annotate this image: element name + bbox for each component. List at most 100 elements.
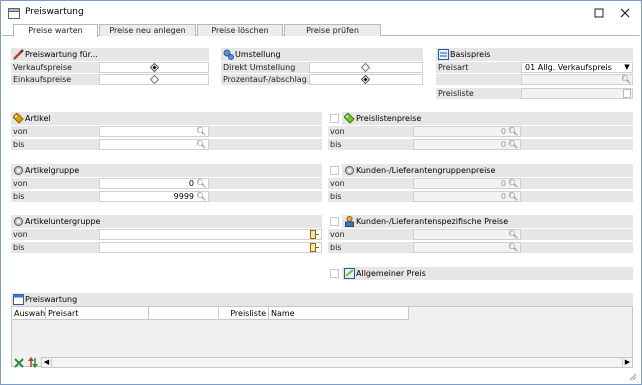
chevron-down-icon[interactable]: ▼	[623, 64, 631, 71]
preislisten-bis-label: bis	[328, 139, 413, 150]
section-title: Kunden-/Lieferantengruppenpreise	[356, 166, 496, 175]
column-header-blank[interactable]	[149, 307, 219, 320]
preisart-secondary-field: 🔍︎	[521, 74, 633, 85]
artikel-von-tail	[209, 126, 322, 137]
direkt-umstellung-radio-cell[interactable]	[309, 62, 423, 73]
swap-icon[interactable]	[27, 357, 39, 368]
search-icon: 🔍︎	[508, 140, 519, 149]
artikelgruppe-von-input[interactable]: 0 🔍︎	[99, 178, 209, 189]
tab-preise-loeschen[interactable]: Preise löschen	[197, 24, 283, 36]
preislisten-von-label: von	[328, 126, 413, 137]
section-umstellung: Umstellung	[221, 48, 423, 61]
column-header-preisliste[interactable]: Preisliste	[219, 307, 269, 320]
artikeluntergruppe-bis-label: bis	[11, 242, 99, 253]
maximize-icon[interactable]	[594, 8, 604, 18]
tab-preise-neu-anlegen[interactable]: Preise neu anlegen	[99, 24, 196, 36]
kundengruppen-bis-input: 0 🔍︎	[413, 191, 521, 202]
search-icon[interactable]: 🔍︎	[196, 127, 206, 136]
kundengruppen-bis-value: 0	[500, 192, 506, 201]
einkaufspreise-radio-cell[interactable]	[99, 74, 209, 85]
preisart-blank-label	[436, 74, 521, 85]
kundenspezifische-von-tail	[521, 229, 633, 240]
artikel-bis-label: bis	[11, 139, 99, 150]
search-icon: 🔍︎	[508, 179, 519, 188]
scroll-left-icon[interactable]: ◀	[42, 358, 52, 367]
preisart-select[interactable]: 01 Allg. Verkaufspreis ▼	[521, 62, 633, 73]
section-title: Allgemeiner Preis	[356, 269, 426, 278]
einkaufspreise-label: Einkaufspreise	[11, 74, 99, 85]
resize-grip-icon[interactable]	[629, 373, 637, 381]
verkaufspreise-radio[interactable]	[150, 63, 159, 72]
section-allgemeiner-preis: Allgemeiner Preis	[342, 267, 633, 280]
kundengruppen-von-label: von	[328, 178, 413, 189]
tab-bar: Preise warten Preise neu anlegen Preise …	[2, 24, 640, 37]
section-title: Preislistenpreise	[356, 114, 422, 123]
kundengruppen-bis-label: bis	[328, 191, 413, 202]
preislisten-von-input: 0 🔍︎	[413, 126, 521, 137]
artikelgruppe-von-label: von	[11, 178, 99, 189]
section-basispreis: Basispreis	[436, 48, 633, 61]
search-icon: 🔍︎	[508, 243, 519, 252]
gears-icon	[223, 49, 234, 60]
tab-preise-warten[interactable]: Preise warten	[13, 24, 98, 37]
preiswartung-window: Preiswartung Preise warten Preise neu an…	[0, 0, 642, 385]
kundengruppen-von-tail	[521, 178, 633, 189]
direkt-umstellung-radio[interactable]	[361, 63, 370, 72]
allgemeiner-preis-checkbox[interactable]	[330, 269, 339, 278]
preislistenpreise-checkbox[interactable]	[330, 114, 339, 123]
preisliste-label: Preisliste	[436, 88, 521, 99]
artikelgruppe-bis-tail	[209, 191, 322, 202]
scroll-right-icon[interactable]: ▶	[622, 358, 632, 367]
close-icon[interactable]	[620, 8, 630, 18]
lookup-list-icon[interactable]	[310, 230, 319, 239]
kundenspezifische-von-input: 🔍︎	[413, 229, 521, 240]
section-title: Preiswartung	[25, 295, 78, 304]
prozentauf-label: Prozentauf-/abschlag	[221, 74, 309, 85]
einkaufspreise-radio[interactable]	[150, 75, 159, 84]
section-kundenspezifische: Kunden-/Lieferantenspezifische Preise	[342, 215, 633, 228]
lookup-list-icon[interactable]	[310, 243, 319, 252]
kundenspezifische-checkbox[interactable]	[330, 217, 339, 226]
artikel-bis-input[interactable]: 🔍︎	[99, 139, 209, 150]
preisliste-field	[521, 88, 633, 99]
delete-mark-icon[interactable]	[14, 358, 24, 368]
column-header-name[interactable]: Name	[269, 307, 409, 320]
kundengruppenpreise-checkbox[interactable]	[330, 166, 339, 175]
verkaufspreise-label: Verkaufspreise	[11, 62, 99, 73]
search-icon[interactable]: 🔍︎	[196, 179, 206, 188]
artikeluntergruppe-bis-input[interactable]	[99, 242, 322, 253]
artikeluntergruppe-von-input[interactable]	[99, 229, 322, 240]
section-title: Kunden-/Lieferantenspezifische Preise	[356, 217, 509, 226]
section-artikel: Artikel	[11, 112, 322, 125]
tab-preise-pruefen[interactable]: Preise prüfen	[284, 24, 381, 36]
preisart-label: Preisart	[436, 62, 521, 73]
app-icon	[8, 8, 20, 19]
price-tag-icon	[344, 113, 355, 124]
kundenspezifische-bis-label: bis	[328, 242, 413, 253]
gears-subgroup-icon	[14, 217, 23, 226]
section-title: Basispreis	[450, 50, 491, 59]
section-title: Artikel	[25, 114, 51, 123]
preislisten-bis-tail	[521, 139, 633, 150]
preislisten-von-value: 0	[500, 127, 506, 136]
search-icon: 🔍︎	[508, 230, 519, 239]
prozentauf-radio-cell[interactable]	[309, 74, 423, 85]
artikel-von-label: von	[11, 126, 99, 137]
section-preiswartung-fuer: Preiswartung für...	[11, 48, 209, 61]
artikelgruppe-bis-input[interactable]: 9999 🔍︎	[99, 191, 209, 202]
artikel-von-input[interactable]: 🔍︎	[99, 126, 209, 137]
prozentauf-radio[interactable]	[361, 75, 370, 84]
price-sheet-icon	[438, 49, 449, 60]
grid-icon	[13, 294, 24, 305]
horizontal-scrollbar[interactable]: ◀ ▶	[41, 357, 633, 368]
verkaufspreise-radio-cell[interactable]	[99, 62, 209, 73]
section-artikeluntergruppe: Artikeluntergruppe	[11, 215, 322, 228]
column-header-auswahl[interactable]: Auswahl	[12, 307, 47, 320]
search-icon[interactable]: 🔍︎	[196, 192, 206, 201]
window-title: Preiswartung	[25, 7, 84, 17]
ellipsis-icon	[623, 89, 631, 98]
section-title: Artikelgruppe	[25, 166, 80, 175]
search-icon[interactable]: 🔍︎	[196, 140, 206, 149]
column-header-preisart[interactable]: Preisart	[46, 307, 149, 320]
section-preislistenpreise: Preislistenpreise	[342, 112, 633, 125]
